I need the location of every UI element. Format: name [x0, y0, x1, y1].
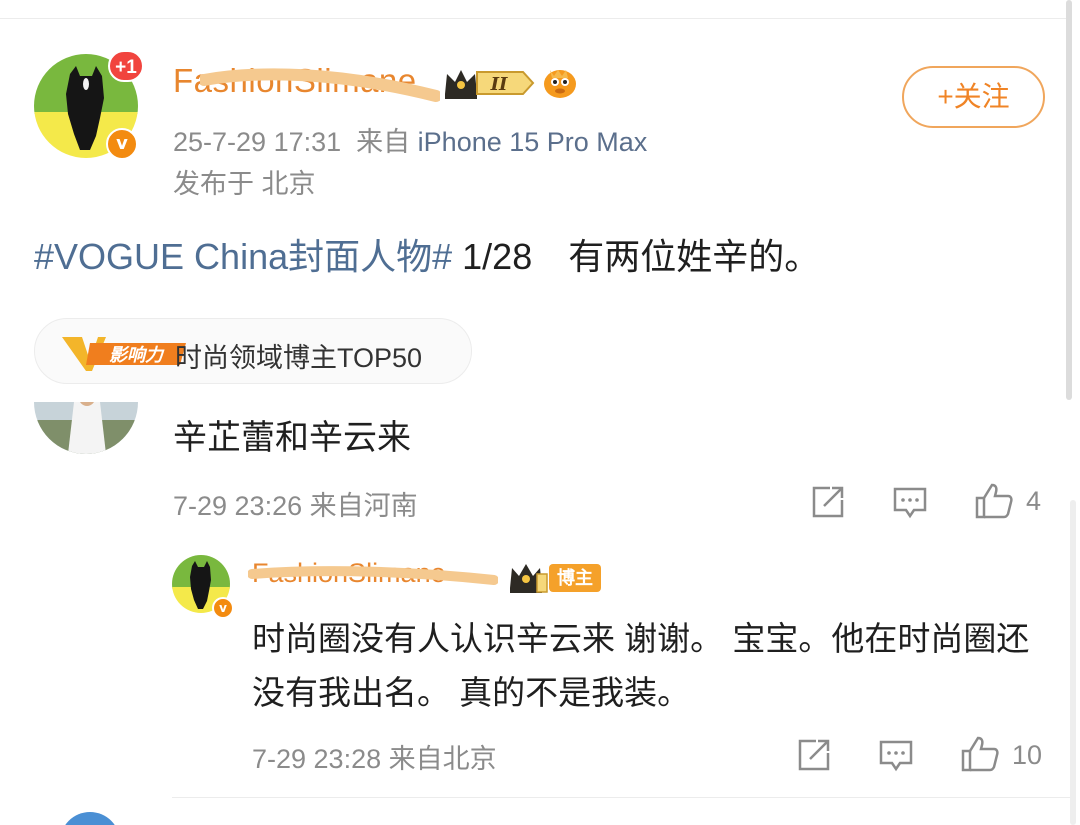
post-hashtag[interactable]: #VOGUE China封面人物# [34, 236, 452, 277]
post-device[interactable]: iPhone 15 Pro Max [418, 127, 648, 157]
like-icon[interactable] [974, 482, 1014, 520]
influence-label: 时尚领域博主TOP50 [175, 343, 423, 373]
reply-like-count: 10 [1012, 740, 1043, 770]
post-meta: 25-7-29 17:31 来自 iPhone 15 Pro Max [173, 120, 647, 159]
post-source-prefix: 来自 [356, 127, 411, 157]
bottom-divider [172, 797, 1070, 798]
commenter-avatar-image [34, 402, 138, 454]
commenter-avatar[interactable] [34, 402, 138, 454]
like-icon[interactable] [960, 735, 1000, 773]
scrollbar-thumb[interactable] [1066, 0, 1072, 400]
share-icon[interactable] [796, 737, 832, 773]
comment-icon[interactable] [878, 739, 914, 773]
next-comment-avatar[interactable] [60, 812, 120, 825]
top-divider [0, 18, 1070, 19]
comment-meta: 7-29 23:26 来自河南 [173, 491, 418, 521]
follow-button[interactable]: +关注 [902, 66, 1045, 128]
reply-name-redaction-scribble [248, 566, 498, 585]
reply-crown-icon [510, 564, 548, 593]
share-icon[interactable] [810, 484, 846, 520]
scrollbar-track [1070, 500, 1076, 825]
verified-icon: v [106, 128, 138, 160]
name-redaction-scribble [200, 68, 440, 102]
influence-badge-text: 影响力 [109, 345, 165, 366]
crown-level-text: II [490, 74, 508, 95]
fish-badge-icon [544, 70, 576, 98]
notification-badge: +1 [108, 50, 144, 82]
comment-like-count: 4 [1026, 486, 1042, 516]
post-body-text: 1/28 有两位姓辛的。 [452, 236, 821, 277]
influence-tag[interactable]: 影响力 时尚领域博主TOP50 [34, 318, 472, 384]
post-body: #VOGUE China封面人物# 1/28 有两位姓辛的。 [34, 228, 820, 280]
reply-text: 时尚圈没有人认识辛云来 谢谢。 宝宝。他在时尚圈还没有我出名。 真的不是我装。 [252, 620, 1030, 711]
comment-icon[interactable] [892, 486, 928, 520]
post-location: 发布于 北京 [173, 169, 316, 199]
reply-verified-icon: v [212, 597, 234, 619]
reply-meta: 7-29 23:28 来自北京 [252, 744, 497, 774]
post-timestamp: 25-7-29 17:31 [173, 127, 342, 157]
blogger-tag: 博主 [549, 564, 601, 592]
comment-text: 辛芷蕾和辛云来 [173, 419, 411, 457]
crown-level-icon: II [445, 70, 535, 99]
